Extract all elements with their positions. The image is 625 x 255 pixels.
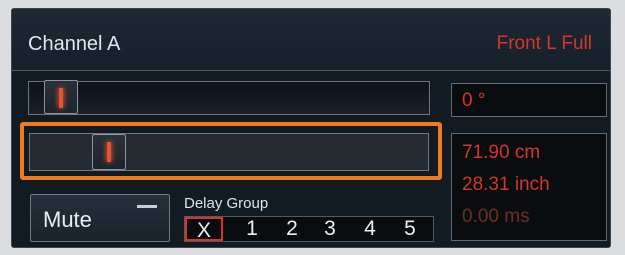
- phase-slider[interactable]: [28, 80, 430, 115]
- mute-led-icon: [137, 205, 157, 208]
- phase-value: 0 °: [462, 90, 486, 111]
- delay-group-option-4[interactable]: 4: [355, 217, 385, 241]
- delay-group-option-5[interactable]: 5: [395, 217, 425, 241]
- phase-slider-thumb[interactable]: [43, 80, 78, 114]
- channel-route[interactable]: Front L Full: [497, 33, 592, 55]
- delay-time-ms: 0.00 ms: [462, 206, 530, 227]
- thumb-indicator-icon: [58, 88, 63, 108]
- delay-readout[interactable]: 71.90 cm 28.31 inch 0.00 ms: [451, 133, 607, 241]
- channel-header: Channel A Front L Full: [12, 9, 610, 71]
- delay-group-option-2[interactable]: 2: [277, 217, 307, 241]
- mute-button[interactable]: Mute: [30, 194, 170, 242]
- delay-group-option-1[interactable]: 1: [237, 217, 267, 241]
- delay-distance-inch: 28.31 inch: [462, 174, 550, 195]
- channel-title: Channel A: [28, 33, 121, 55]
- thumb-indicator-icon: [106, 142, 111, 162]
- header-divider: [12, 70, 610, 71]
- channel-panel: Channel A Front L Full 0 ° 71.90 cm 28.3…: [11, 8, 611, 248]
- delay-slider-thumb[interactable]: [91, 134, 126, 170]
- delay-group-option-3[interactable]: 3: [315, 217, 345, 241]
- delay-group-selector[interactable]: X12345: [184, 216, 434, 242]
- phase-readout[interactable]: 0 °: [451, 83, 607, 117]
- delay-distance-cm: 71.90 cm: [462, 142, 541, 163]
- delay-group-label: Delay Group: [184, 195, 269, 212]
- delay-slider[interactable]: [29, 133, 429, 171]
- delay-group-option-x[interactable]: X: [185, 217, 223, 242]
- mute-button-label: Mute: [43, 207, 92, 232]
